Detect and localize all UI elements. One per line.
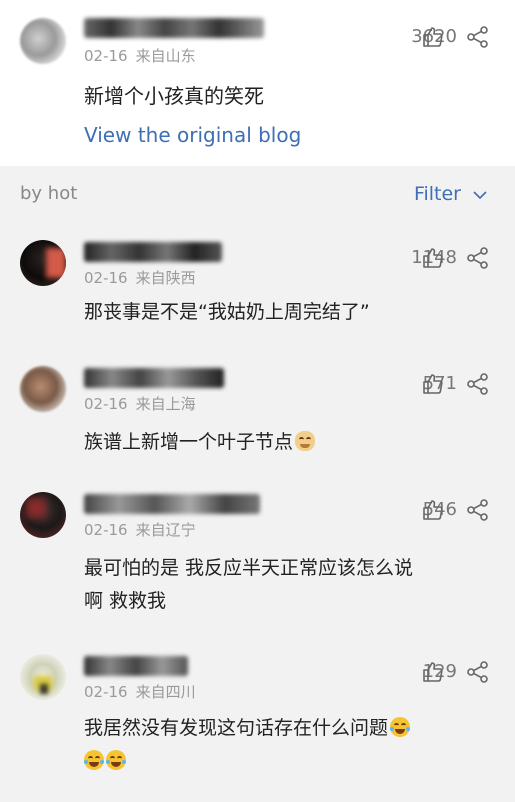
comment-item: 02-16 来自陕西 1148 那丧事是不是“我姑奶上周完结了” (0, 230, 515, 350)
comment-text: 最可怕的是 我反应半天正常应该怎么说 啊 救救我 (84, 552, 485, 618)
avatar[interactable] (20, 654, 66, 700)
avatar[interactable] (20, 240, 66, 286)
thumbs-up-icon[interactable] (422, 661, 444, 687)
share-icon[interactable] (466, 499, 490, 525)
thumbs-up-icon[interactable] (422, 373, 444, 399)
post-date: 02-16 (84, 47, 128, 65)
comment-location: 来自上海 (135, 395, 196, 413)
username[interactable] (84, 368, 224, 388)
comment-location: 来自陕西 (135, 269, 196, 287)
comment-date: 02-16 (84, 683, 128, 701)
comment-text-line: 啊 救救我 (84, 590, 167, 612)
comment-item: 02-16 来自四川 129 我居然没有发现这句话存在什么问题 (0, 644, 515, 802)
comment-meta: 02-16 来自四川 (84, 681, 204, 702)
original-post-card: 02-16 来自山东 3620 新增个小孩真的笑死 View the origin… (0, 0, 515, 166)
thumbs-up-icon[interactable] (422, 247, 444, 273)
comment-text-content: 我居然没有发现这句话存在什么问题 (84, 717, 389, 739)
avatar[interactable] (20, 366, 66, 412)
comment-meta: 02-16 来自辽宁 (84, 519, 204, 540)
thumbs-up-icon[interactable] (422, 26, 444, 52)
chevron-down-icon (473, 185, 487, 204)
post-text: 新增个小孩真的笑死 (84, 84, 264, 108)
share-icon[interactable] (466, 661, 490, 687)
share-icon[interactable] (466, 26, 490, 52)
comment-date: 02-16 (84, 269, 128, 287)
username[interactable] (84, 18, 264, 38)
comment-text-content: 族谱上新增一个叶子节点 (84, 431, 294, 453)
share-icon[interactable] (466, 247, 490, 273)
comment-meta: 02-16 来自上海 (84, 393, 204, 414)
avatar[interactable] (20, 492, 66, 538)
filter-button[interactable]: Filter (414, 183, 487, 205)
share-icon[interactable] (466, 373, 490, 399)
comment-item: 02-16 来自上海 571 族谱上新增一个叶子节点 (0, 356, 515, 476)
username[interactable] (84, 242, 222, 262)
laughing-tears-emoji (84, 750, 104, 770)
filter-label: Filter (413, 183, 461, 205)
username[interactable] (84, 494, 260, 514)
sort-label[interactable]: by hot (20, 183, 77, 204)
comment-text: 那丧事是不是“我姑奶上周完结了” (84, 301, 370, 323)
post-meta: 02-16 来自山东 (84, 45, 204, 66)
comment-item: 02-16 来自辽宁 546 最可怕的是 我反应半天正常应该怎么说 啊 救救我 (0, 482, 515, 632)
comment-text: 族谱上新增一个叶子节点 (84, 426, 485, 459)
laughing-tears-emoji (390, 717, 411, 737)
comment-date: 02-16 (84, 521, 128, 539)
avatar[interactable] (20, 18, 66, 64)
username[interactable] (84, 656, 188, 676)
comment-text-line: 最可怕的是 我反应半天正常应该怎么说 (84, 557, 414, 579)
thumbs-up-icon[interactable] (422, 499, 444, 525)
comment-text: 我居然没有发现这句话存在什么问题 (84, 712, 485, 778)
view-original-link[interactable]: View the original blog (84, 123, 301, 147)
comment-meta: 02-16 来自陕西 (84, 267, 204, 288)
post-location: 来自山东 (135, 47, 196, 65)
dog-face-emoji (295, 431, 316, 451)
laughing-tears-emoji (106, 750, 126, 770)
comment-date: 02-16 (84, 395, 128, 413)
comment-location: 来自辽宁 (135, 521, 196, 539)
comment-location: 来自四川 (135, 683, 196, 701)
